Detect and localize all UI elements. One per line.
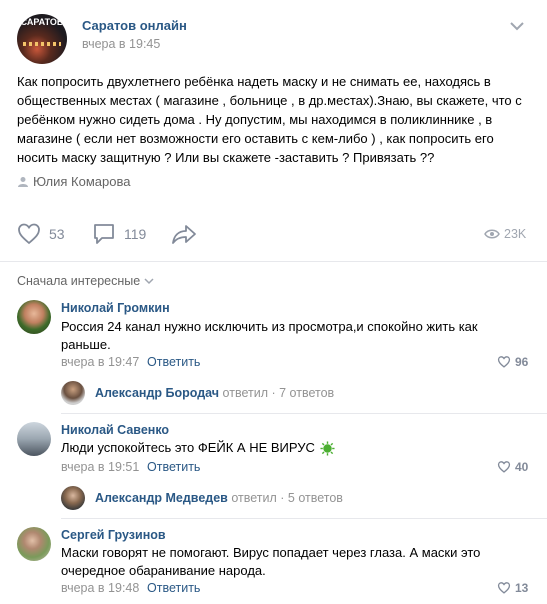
views-count: 23K bbox=[504, 227, 527, 241]
views-indicator: 23K bbox=[484, 227, 526, 241]
thread-author: Александр Медведев bbox=[95, 491, 228, 505]
reply-button[interactable]: Ответить bbox=[147, 460, 200, 474]
comment-text: Маски говорят не помогают. Вирус попадае… bbox=[61, 545, 481, 578]
share-button[interactable] bbox=[171, 223, 197, 245]
comment-icon bbox=[94, 224, 114, 244]
thread-count: · 5 ответов bbox=[280, 491, 343, 505]
thread-author: Александр Бородач bbox=[95, 386, 220, 400]
like-button[interactable]: 53 bbox=[17, 223, 65, 245]
comment-time[interactable]: вчера в 19:48 bbox=[61, 581, 139, 595]
separator bbox=[61, 413, 547, 414]
comment-like-count: 40 bbox=[515, 460, 529, 474]
heart-icon bbox=[497, 356, 511, 368]
sort-dropdown[interactable]: Сначала интересные bbox=[17, 274, 154, 288]
thread-replied: ответил bbox=[231, 491, 277, 505]
commenter-avatar[interactable] bbox=[17, 527, 51, 561]
heart-icon bbox=[18, 223, 40, 245]
comment-like-button[interactable]: 96 bbox=[497, 355, 528, 369]
comment-author[interactable]: Николай Савенко bbox=[61, 423, 169, 437]
thread-summary[interactable]: Александр Медведев ответил · 5 ответов bbox=[95, 491, 343, 505]
avatar-lights bbox=[23, 42, 61, 46]
chevron-down-icon bbox=[144, 278, 154, 285]
reply-button[interactable]: Ответить bbox=[147, 581, 200, 595]
commenter-avatar[interactable] bbox=[17, 300, 51, 334]
comment-like-count: 13 bbox=[515, 581, 529, 595]
comment-text: Люди успокойтесь это ФЕЙК А НЕ ВИРУС bbox=[61, 440, 315, 455]
comment-like-count: 96 bbox=[515, 355, 529, 369]
post-menu-chevron-icon[interactable] bbox=[509, 20, 525, 32]
comment-like-button[interactable]: 13 bbox=[497, 581, 528, 595]
like-count: 53 bbox=[49, 226, 65, 242]
thread-avatar[interactable] bbox=[61, 381, 85, 405]
separator bbox=[0, 261, 547, 262]
heart-icon bbox=[497, 582, 511, 594]
heart-icon bbox=[497, 461, 511, 473]
comment-time[interactable]: вчера в 19:47 bbox=[61, 355, 139, 369]
eye-icon bbox=[484, 229, 500, 239]
post-author[interactable]: Юлия Комарова bbox=[33, 174, 130, 189]
commenter-avatar[interactable] bbox=[17, 422, 51, 456]
comment-button[interactable]: 119 bbox=[92, 223, 146, 245]
comment-count: 119 bbox=[124, 226, 147, 242]
comment-text: Россия 24 канал нужно исключить из просм… bbox=[61, 319, 478, 352]
comment-time[interactable]: вчера в 19:51 bbox=[61, 460, 139, 474]
comment-author[interactable]: Николай Громкин bbox=[61, 301, 170, 315]
comment-like-button[interactable]: 40 bbox=[497, 460, 528, 474]
post-time[interactable]: вчера в 19:45 bbox=[82, 37, 160, 51]
virus-emoji-icon bbox=[320, 440, 335, 456]
reply-button[interactable]: Ответить bbox=[147, 355, 200, 369]
sort-label: Сначала интересные bbox=[17, 274, 141, 288]
separator bbox=[61, 518, 547, 519]
thread-summary[interactable]: Александр Бородач ответил · 7 ответов bbox=[95, 386, 334, 400]
thread-avatar[interactable] bbox=[61, 486, 85, 510]
comment-author[interactable]: Сергей Грузинов bbox=[61, 528, 166, 542]
group-name[interactable]: Саратов онлайн bbox=[82, 18, 187, 33]
thread-replied: ответил bbox=[222, 386, 268, 400]
group-avatar[interactable]: САРАТОВ bbox=[17, 14, 67, 64]
group-avatar-logo: САРАТОВ bbox=[20, 17, 64, 27]
author-icon bbox=[17, 176, 29, 188]
share-icon bbox=[172, 225, 196, 244]
post-text: Как попросить двухлетнего ребёнка надеть… bbox=[17, 74, 522, 165]
thread-count: · 7 ответов bbox=[271, 386, 335, 400]
comment-text-row: Люди успокойтесь это ФЕЙК А НЕ ВИРУС bbox=[61, 439, 335, 457]
